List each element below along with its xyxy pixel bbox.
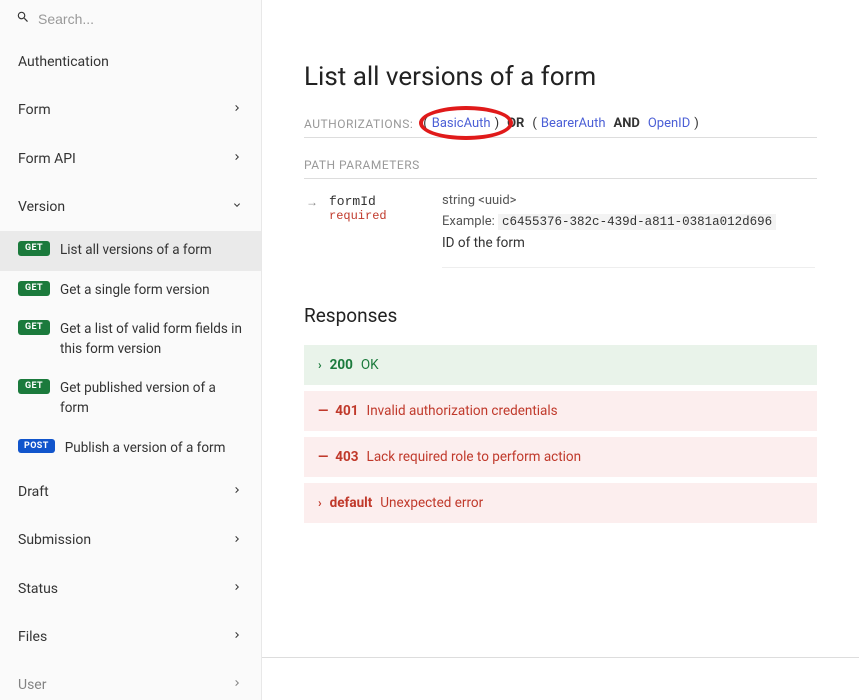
chevron-right-icon [231, 581, 243, 597]
chevron-right-icon: › [318, 496, 322, 510]
paren-open: ( [423, 116, 427, 131]
chevron-right-icon [231, 677, 243, 693]
search-row [0, 0, 261, 38]
sidebar-item-files[interactable]: Files [0, 613, 261, 661]
response-message: Unexpected error [380, 495, 483, 511]
chevron-right-icon: › [318, 358, 322, 372]
response-message: Lack required role to perform action [367, 449, 582, 465]
response-200[interactable]: › 200 OK [304, 345, 817, 385]
arrow-in-icon: → [306, 195, 317, 209]
path-params-heading: PATH PARAMETERS [304, 158, 817, 179]
sidebar-item-label: Draft [18, 482, 49, 502]
auth-label: AUTHORIZATIONS: [304, 117, 413, 131]
param-description: ID of the form [442, 235, 815, 251]
sidebar-item-form[interactable]: Form [0, 86, 261, 134]
response-default[interactable]: › default Unexpected error [304, 483, 817, 523]
auth-bearer-link[interactable]: BearerAuth [541, 116, 606, 131]
response-code: 200 [330, 357, 353, 373]
sidebar-item-submission[interactable]: Submission [0, 516, 261, 564]
chevron-right-icon [231, 484, 243, 500]
sidebar-sub-label: Get published version of a form [60, 379, 243, 418]
chevron-right-icon [231, 533, 243, 549]
responses-heading: Responses [304, 304, 817, 327]
sidebar-item-draft[interactable]: Draft [0, 468, 261, 516]
auth-openid-link[interactable]: OpenID [648, 116, 690, 131]
paren-close: ) [495, 116, 500, 131]
param-name-col: → formId required [306, 193, 422, 268]
chevron-right-icon [231, 102, 243, 118]
auth-and: AND [613, 116, 639, 131]
sidebar-item-label: Status [18, 579, 58, 599]
sidebar-sub-label: Publish a version of a form [65, 439, 226, 459]
param-row: → formId required string <uuid> Example:… [304, 193, 817, 268]
auth-or: OR [507, 116, 524, 131]
param-details-col: string <uuid> Example: c6455376-382c-439… [442, 193, 815, 268]
response-401[interactable]: — 401 Invalid authorization credentials [304, 391, 817, 431]
sidebar-item-label: Files [18, 627, 47, 647]
sidebar-sub-label: Get a single form version [60, 281, 210, 301]
sidebar-item-version[interactable]: Version [0, 183, 261, 231]
chevron-right-icon [231, 151, 243, 167]
response-message: OK [361, 357, 379, 373]
sidebar-sub-single-version[interactable]: GET Get a single form version [0, 271, 261, 311]
method-badge-get: GET [18, 379, 50, 394]
method-badge-post: POST [18, 439, 55, 454]
response-code: 401 [335, 403, 358, 419]
auth-basic-link[interactable]: BasicAuth [432, 116, 491, 131]
chevron-right-icon [231, 629, 243, 645]
sidebar-item-label: User [18, 675, 46, 695]
authorizations-row: AUTHORIZATIONS: ( BasicAuth ) OR ( Beare… [304, 116, 817, 138]
sidebar-sub-publish-version[interactable]: POST Publish a version of a form [0, 429, 261, 469]
sidebar-sub-label: Get a list of valid form fields in this … [60, 320, 243, 359]
param-example-value: c6455376-382c-439d-a811-0381a012d696 [498, 214, 776, 230]
main-content: List all versions of a form AUTHORIZATIO… [262, 0, 859, 700]
paren-close: ) [694, 116, 699, 131]
sidebar-item-authentication[interactable]: Authentication [0, 38, 261, 86]
param-example-label: Example: [442, 214, 495, 229]
dash-icon: — [318, 449, 327, 465]
sidebar-item-label: Submission [18, 530, 91, 550]
response-403[interactable]: — 403 Lack required role to perform acti… [304, 437, 817, 477]
sidebar-item-label: Form [18, 100, 51, 120]
sidebar-sub-valid-fields[interactable]: GET Get a list of valid form fields in t… [0, 310, 261, 369]
sidebar-sub-list-versions[interactable]: GET List all versions of a form [0, 231, 261, 271]
search-icon [16, 10, 30, 28]
sidebar-item-user[interactable]: User [0, 661, 261, 700]
page-title: List all versions of a form [304, 62, 817, 92]
dash-icon: — [318, 403, 327, 419]
chevron-down-icon [231, 199, 243, 215]
param-example: Example: c6455376-382c-439d-a811-0381a01… [442, 214, 815, 229]
paren-open: ( [532, 116, 536, 131]
response-code: 403 [335, 449, 358, 465]
response-message: Invalid authorization credentials [367, 403, 558, 419]
param-name: formId [329, 194, 376, 209]
param-required: required [329, 209, 387, 223]
sidebar-item-status[interactable]: Status [0, 565, 261, 613]
sidebar-sub-label: List all versions of a form [60, 241, 212, 261]
sidebar-sub-published-version[interactable]: GET Get published version of a form [0, 369, 261, 428]
sidebar-item-form-api[interactable]: Form API [0, 135, 261, 183]
method-badge-get: GET [18, 241, 50, 256]
sidebar-item-label: Version [18, 197, 65, 217]
search-input[interactable] [38, 11, 245, 27]
method-badge-get: GET [18, 281, 50, 296]
response-code: default [330, 495, 373, 511]
sidebar-item-label: Form API [18, 149, 76, 169]
footer-divider [262, 657, 859, 658]
method-badge-get: GET [18, 320, 50, 335]
sidebar-item-label: Authentication [18, 52, 109, 72]
param-type: string <uuid> [442, 193, 815, 208]
sidebar: Authentication Form Form API Version GET… [0, 0, 262, 700]
